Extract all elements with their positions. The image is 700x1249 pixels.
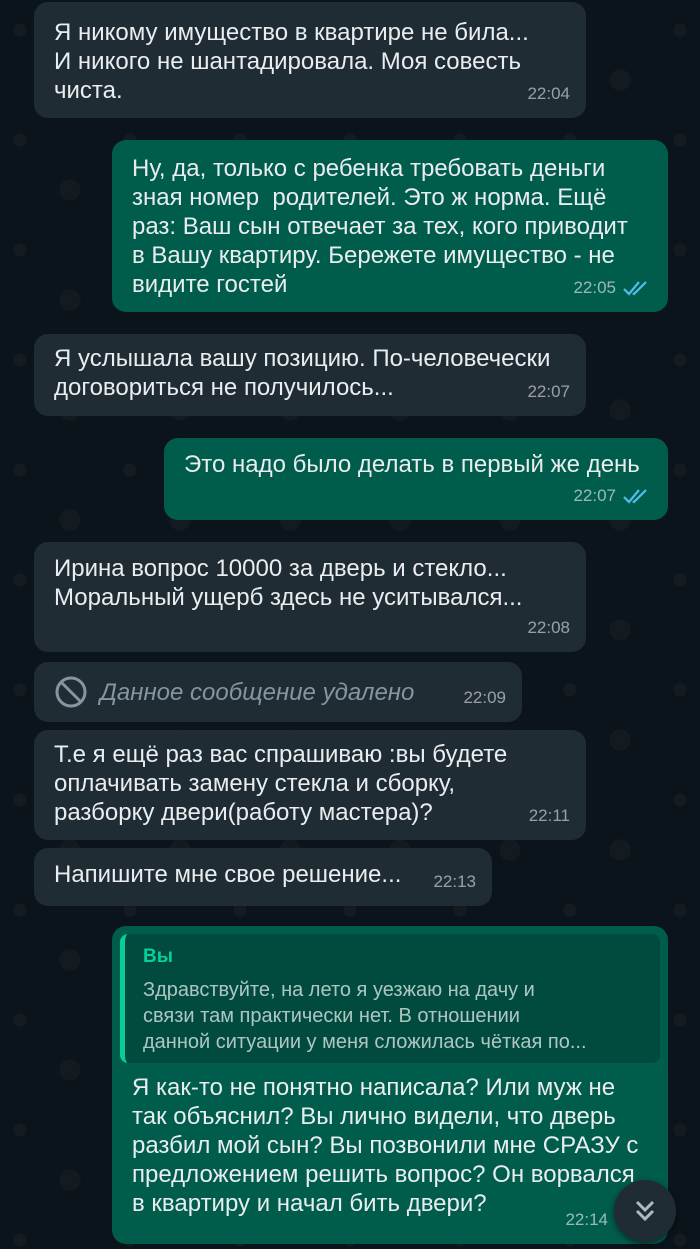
no-entry-icon	[55, 676, 87, 708]
message-text: Я услышала вашу позицию. По-человечески …	[54, 345, 551, 401]
message-bubble-incoming[interactable]: Ирина вопрос 10000 за дверь и стекло... …	[34, 542, 586, 652]
message-text: Я никому имущество в квартире не била...…	[54, 19, 529, 104]
message-meta: 22:13	[433, 867, 476, 896]
message-time: 22:07	[527, 382, 570, 401]
message-meta: 22:11	[529, 801, 570, 830]
message-text: Данное сообщение удалено	[100, 678, 415, 706]
message-time: 22:07	[573, 486, 616, 505]
message-meta: 22:09	[463, 683, 506, 712]
message-bubble-outgoing[interactable]: Ну, да, только с ребенка требовать деньг…	[112, 140, 668, 312]
message-time: 22:11	[528, 806, 570, 825]
quoted-reply[interactable]: Вы Здравствуйте, на лето я уезжаю на дач…	[120, 934, 660, 1063]
double-check-icon	[623, 488, 647, 504]
message-bubble-outgoing[interactable]: Это надо было делать в первый же день 22…	[164, 438, 668, 520]
scroll-to-bottom-button[interactable]	[614, 1180, 676, 1242]
message-time: 22:05	[573, 278, 616, 297]
deleted-notice: Данное сообщение удалено	[54, 675, 502, 709]
message-text: Т.е я ещё раз вас спрашиваю :вы будете о…	[54, 741, 508, 826]
message-time: 22:14	[565, 1210, 608, 1229]
message-meta: 22:08	[527, 613, 570, 642]
message-bubble-incoming[interactable]: Напишите мне свое решение... 22:13	[34, 848, 492, 906]
double-check-icon	[623, 280, 647, 296]
message-bubble-deleted[interactable]: Данное сообщение удалено 22:09	[34, 662, 522, 722]
double-chevron-down-icon	[635, 1200, 655, 1222]
message-text: Ну, да, только с ребенка требовать деньг…	[132, 155, 628, 298]
message-meta: 22:07	[527, 377, 570, 406]
message-bubble-incoming[interactable]: Я услышала вашу позицию. По-человечески …	[34, 334, 586, 416]
message-time: 22:08	[527, 618, 570, 637]
message-text: Я как-то не понятно написала? Или муж не…	[132, 1074, 639, 1217]
quote-text: Здравствуйте, на лето я уезжаю на дачу и…	[143, 979, 587, 1053]
message-time: 22:04	[527, 84, 570, 103]
message-meta: 22:04	[527, 79, 570, 108]
message-text: Напишите мне свое решение...	[54, 861, 402, 888]
message-time: 22:13	[433, 872, 476, 891]
quote-author: Вы	[143, 946, 173, 967]
message-meta: 22:14	[565, 1205, 608, 1234]
message-bubble-outgoing[interactable]: Вы Здравствуйте, на лето я уезжаю на дач…	[112, 926, 668, 1244]
message-bubble-incoming[interactable]: Т.е я ещё раз вас спрашиваю :вы будете о…	[34, 730, 586, 840]
message-meta: 22:07	[573, 481, 652, 510]
message-bubble-incoming[interactable]: Я никому имущество в квартире не била...…	[34, 2, 586, 118]
message-time: 22:09	[463, 688, 506, 707]
message-text: Ирина вопрос 10000 за дверь и стекло... …	[54, 555, 523, 611]
message-text: Это надо было делать в первый же день	[184, 451, 640, 478]
message-meta: 22:05	[573, 273, 652, 302]
